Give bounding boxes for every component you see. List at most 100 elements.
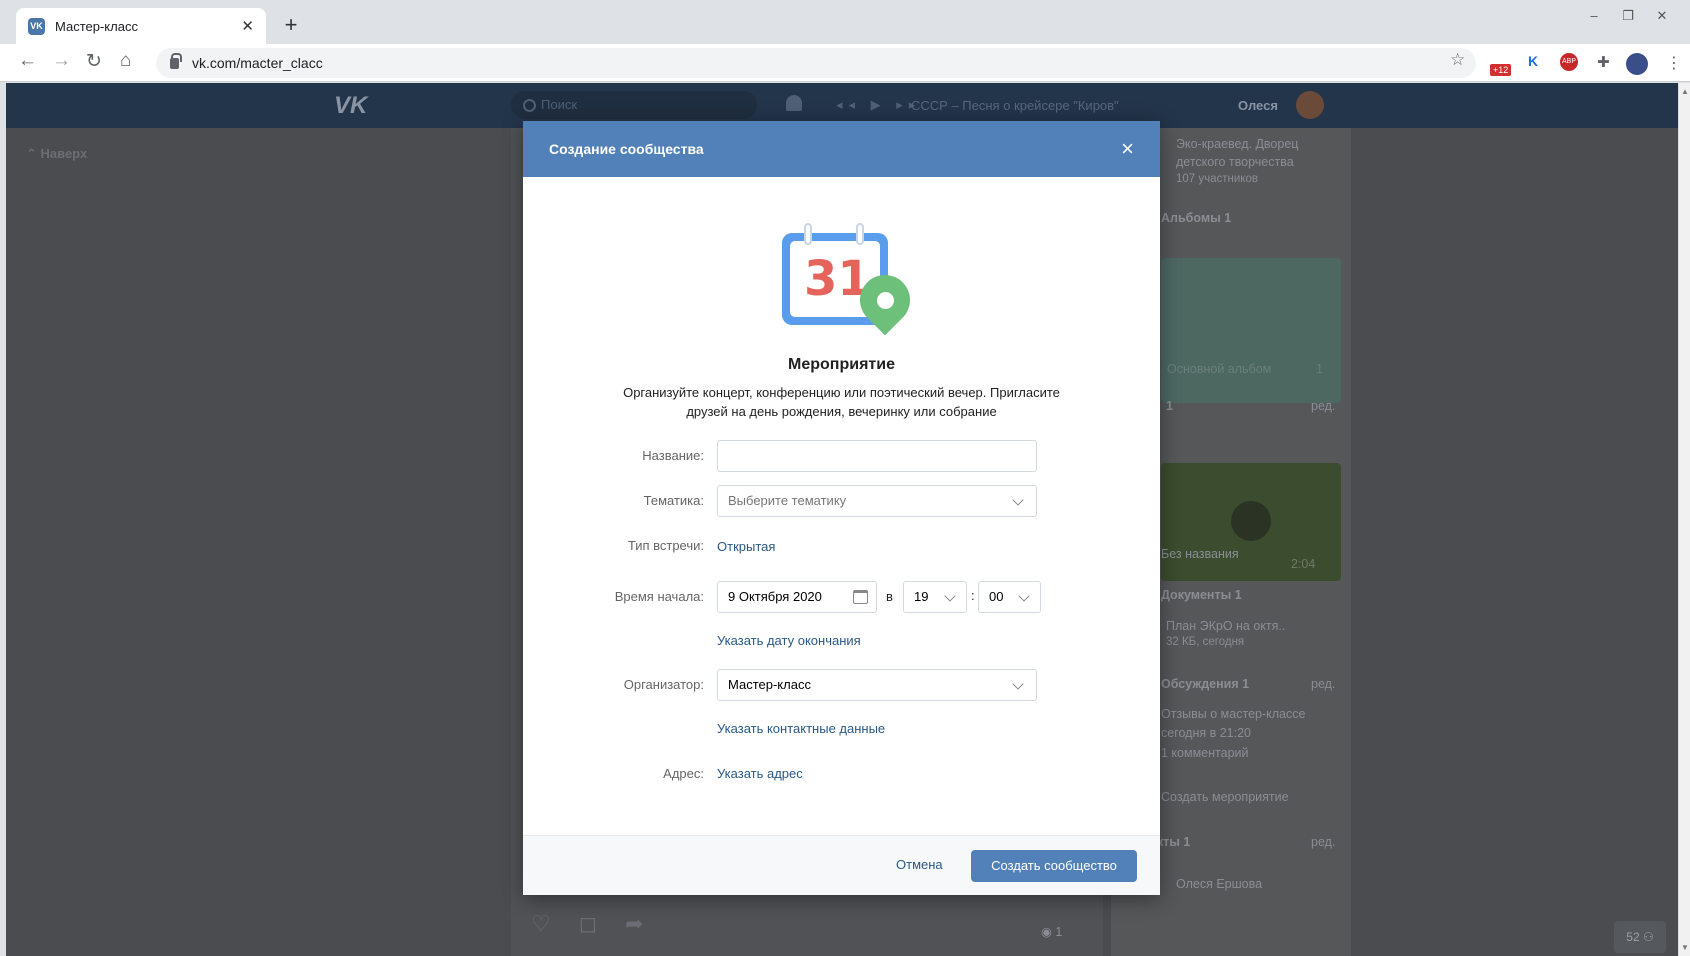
start-hour-value: 19	[914, 589, 929, 604]
meeting-type-label: Тип встречи:	[627, 538, 704, 553]
end-date-link[interactable]: Указать дату окончания	[717, 633, 861, 648]
calendar-ring	[804, 223, 812, 245]
reload-icon[interactable]: ↻	[86, 50, 102, 73]
album-thumbnail[interactable]: Основной альбом 1	[1161, 258, 1341, 403]
close-icon[interactable]: ×	[1121, 138, 1134, 160]
vk-logo-icon: VK	[334, 92, 368, 119]
post-views: ◉ 1	[1041, 925, 1063, 939]
chevron-down-icon	[1012, 494, 1024, 506]
organizer-label: Организатор:	[623, 677, 704, 692]
back-arrow-icon[interactable]: ←	[18, 50, 37, 72]
vk-user-avatar[interactable]	[1296, 91, 1324, 119]
start-minute-select[interactable]: 00	[978, 581, 1041, 613]
time-separator: :	[971, 588, 975, 603]
window-controls: – ❐ ✕	[1584, 8, 1672, 24]
contacts-edit-link[interactable]: ред.	[1311, 833, 1335, 851]
lock-icon	[170, 52, 182, 69]
start-date-input[interactable]: 9 Октября 2020	[717, 581, 877, 613]
create-community-button[interactable]: Создать сообщество	[971, 850, 1137, 882]
video-thumbnail[interactable]: 2:04	[1161, 463, 1341, 581]
discussion-title[interactable]: Отзывы о мастер-классе	[1161, 705, 1305, 723]
event-type-description: Организуйте концерт, конференцию или поэ…	[623, 385, 1060, 419]
vk-favicon-icon: VK	[28, 17, 45, 35]
browser-tabbar: VK Мастер-класс ✕ + – ❐ ✕	[0, 0, 1690, 44]
group-name[interactable]: Эко-краевед. Дворец детского творчества	[1176, 135, 1336, 171]
restore-button[interactable]: ❐	[1618, 8, 1638, 24]
chevron-down-icon	[944, 590, 956, 602]
album-count: 1	[1316, 362, 1323, 376]
online-count: 52	[1626, 930, 1640, 944]
browser-menu-icon[interactable]: ⋮	[1666, 53, 1682, 73]
address-bar[interactable]: vk.com/macter_clacc	[156, 48, 1476, 78]
create-event-link[interactable]: Создать мероприятие	[1161, 788, 1289, 806]
albums-header[interactable]: Альбомы 1	[1161, 209, 1231, 227]
close-window-button[interactable]: ✕	[1652, 8, 1672, 24]
browser-tab[interactable]: VK Мастер-класс ✕	[16, 8, 266, 44]
name-label: Название:	[642, 448, 704, 463]
minimize-button[interactable]: –	[1584, 8, 1604, 24]
doc-meta: 32 КБ, сегодня	[1166, 636, 1245, 648]
topic-select[interactable]: Выберите тематику	[717, 485, 1037, 517]
chevron-down-icon	[1012, 678, 1024, 690]
address-link[interactable]: Указать адрес	[717, 766, 803, 781]
location-pin-dot	[877, 292, 894, 309]
calendar-ring	[856, 223, 864, 245]
start-date-value: 9 Октября 2020	[728, 589, 822, 604]
discussion-comments: 1 комментарий	[1161, 746, 1249, 760]
post-views-count: 1	[1055, 925, 1063, 939]
scroll-up-arrow[interactable]: ▲	[1681, 87, 1689, 96]
videos-edit-link[interactable]: ред.	[1311, 397, 1335, 415]
post-actions[interactable]: ♡◻➦	[531, 911, 671, 937]
start-hour-select[interactable]: 19	[903, 581, 967, 613]
discussions-edit-link[interactable]: ред.	[1311, 675, 1335, 693]
organizer-select[interactable]: Мастер-класс	[717, 669, 1037, 701]
bookmark-star-icon[interactable]: ☆	[1450, 50, 1465, 70]
vk-user-name[interactable]: Олеся	[1238, 98, 1278, 113]
contact-name[interactable]: Олеся Ершова	[1176, 875, 1262, 893]
online-counter[interactable]: 52 ⚇	[1614, 921, 1666, 953]
discussion-time: сегодня в 21:20	[1161, 726, 1251, 740]
back-to-top-link[interactable]: ⌃ Наверх	[26, 146, 87, 162]
scroll-down-arrow[interactable]: ▼	[1681, 943, 1689, 952]
tab-title: Мастер-класс	[55, 18, 138, 34]
notifications-bell-icon[interactable]	[786, 95, 802, 111]
videos-header[interactable]: 1	[1166, 397, 1173, 415]
at-label: в	[886, 589, 893, 604]
discussions-header[interactable]: Обсуждения 1	[1161, 675, 1249, 693]
cancel-button[interactable]: Отмена	[896, 857, 943, 872]
player-controls-icon[interactable]: ◂◂ ▶ ▸▸	[836, 97, 921, 113]
extension-k-icon[interactable]: K	[1528, 53, 1538, 73]
album-caption: Основной альбом	[1167, 362, 1272, 376]
create-community-modal: Создание сообщества × 31 Мероприятие Орг…	[523, 121, 1160, 895]
page-scrollbar[interactable]: ▲ ▼	[1678, 83, 1690, 956]
address-label: Адрес:	[663, 766, 704, 781]
forward-arrow-icon[interactable]: →	[52, 50, 71, 72]
tab-close-icon[interactable]: ✕	[241, 17, 254, 35]
browser-toolbar: ← → ↻ ⌂ vk.com/macter_clacc ☆ +12 K ABP …	[0, 44, 1690, 82]
calendar-icon[interactable]	[853, 590, 868, 604]
url-text: vk.com/macter_clacc	[192, 55, 323, 71]
group-members: 107 участников	[1176, 173, 1258, 185]
name-input[interactable]	[717, 440, 1037, 472]
home-icon[interactable]: ⌂	[120, 50, 131, 72]
back-to-top-label: Наверх	[40, 146, 88, 161]
start-minute-value: 00	[989, 589, 1004, 604]
video-duration: 2:04	[1291, 557, 1316, 571]
now-playing-track: СССР – Песня о крейсере "Киров"	[911, 98, 1119, 113]
start-time-label: Время начала:	[614, 589, 704, 604]
extensions-puzzle-icon[interactable]: ✚	[1597, 53, 1610, 73]
docs-header[interactable]: Документы 1	[1161, 586, 1242, 604]
profile-avatar-icon[interactable]	[1626, 53, 1648, 75]
modal-header: Создание сообщества ×	[523, 121, 1160, 177]
adblock-icon[interactable]: ABP	[1560, 53, 1578, 71]
organizer-value: Мастер-класс	[728, 677, 811, 692]
topic-label: Тематика:	[643, 493, 704, 508]
new-tab-button[interactable]: +	[278, 13, 304, 39]
play-icon	[1231, 501, 1271, 541]
chevron-down-icon	[1018, 590, 1030, 602]
contact-data-link[interactable]: Указать контактные данные	[717, 721, 885, 736]
vk-search-input[interactable]: Поиск	[511, 91, 757, 119]
video-caption[interactable]: Без названия	[1161, 545, 1239, 563]
extension-badge[interactable]: +12	[1490, 64, 1512, 76]
meeting-type-link[interactable]: Открытая	[717, 539, 775, 554]
